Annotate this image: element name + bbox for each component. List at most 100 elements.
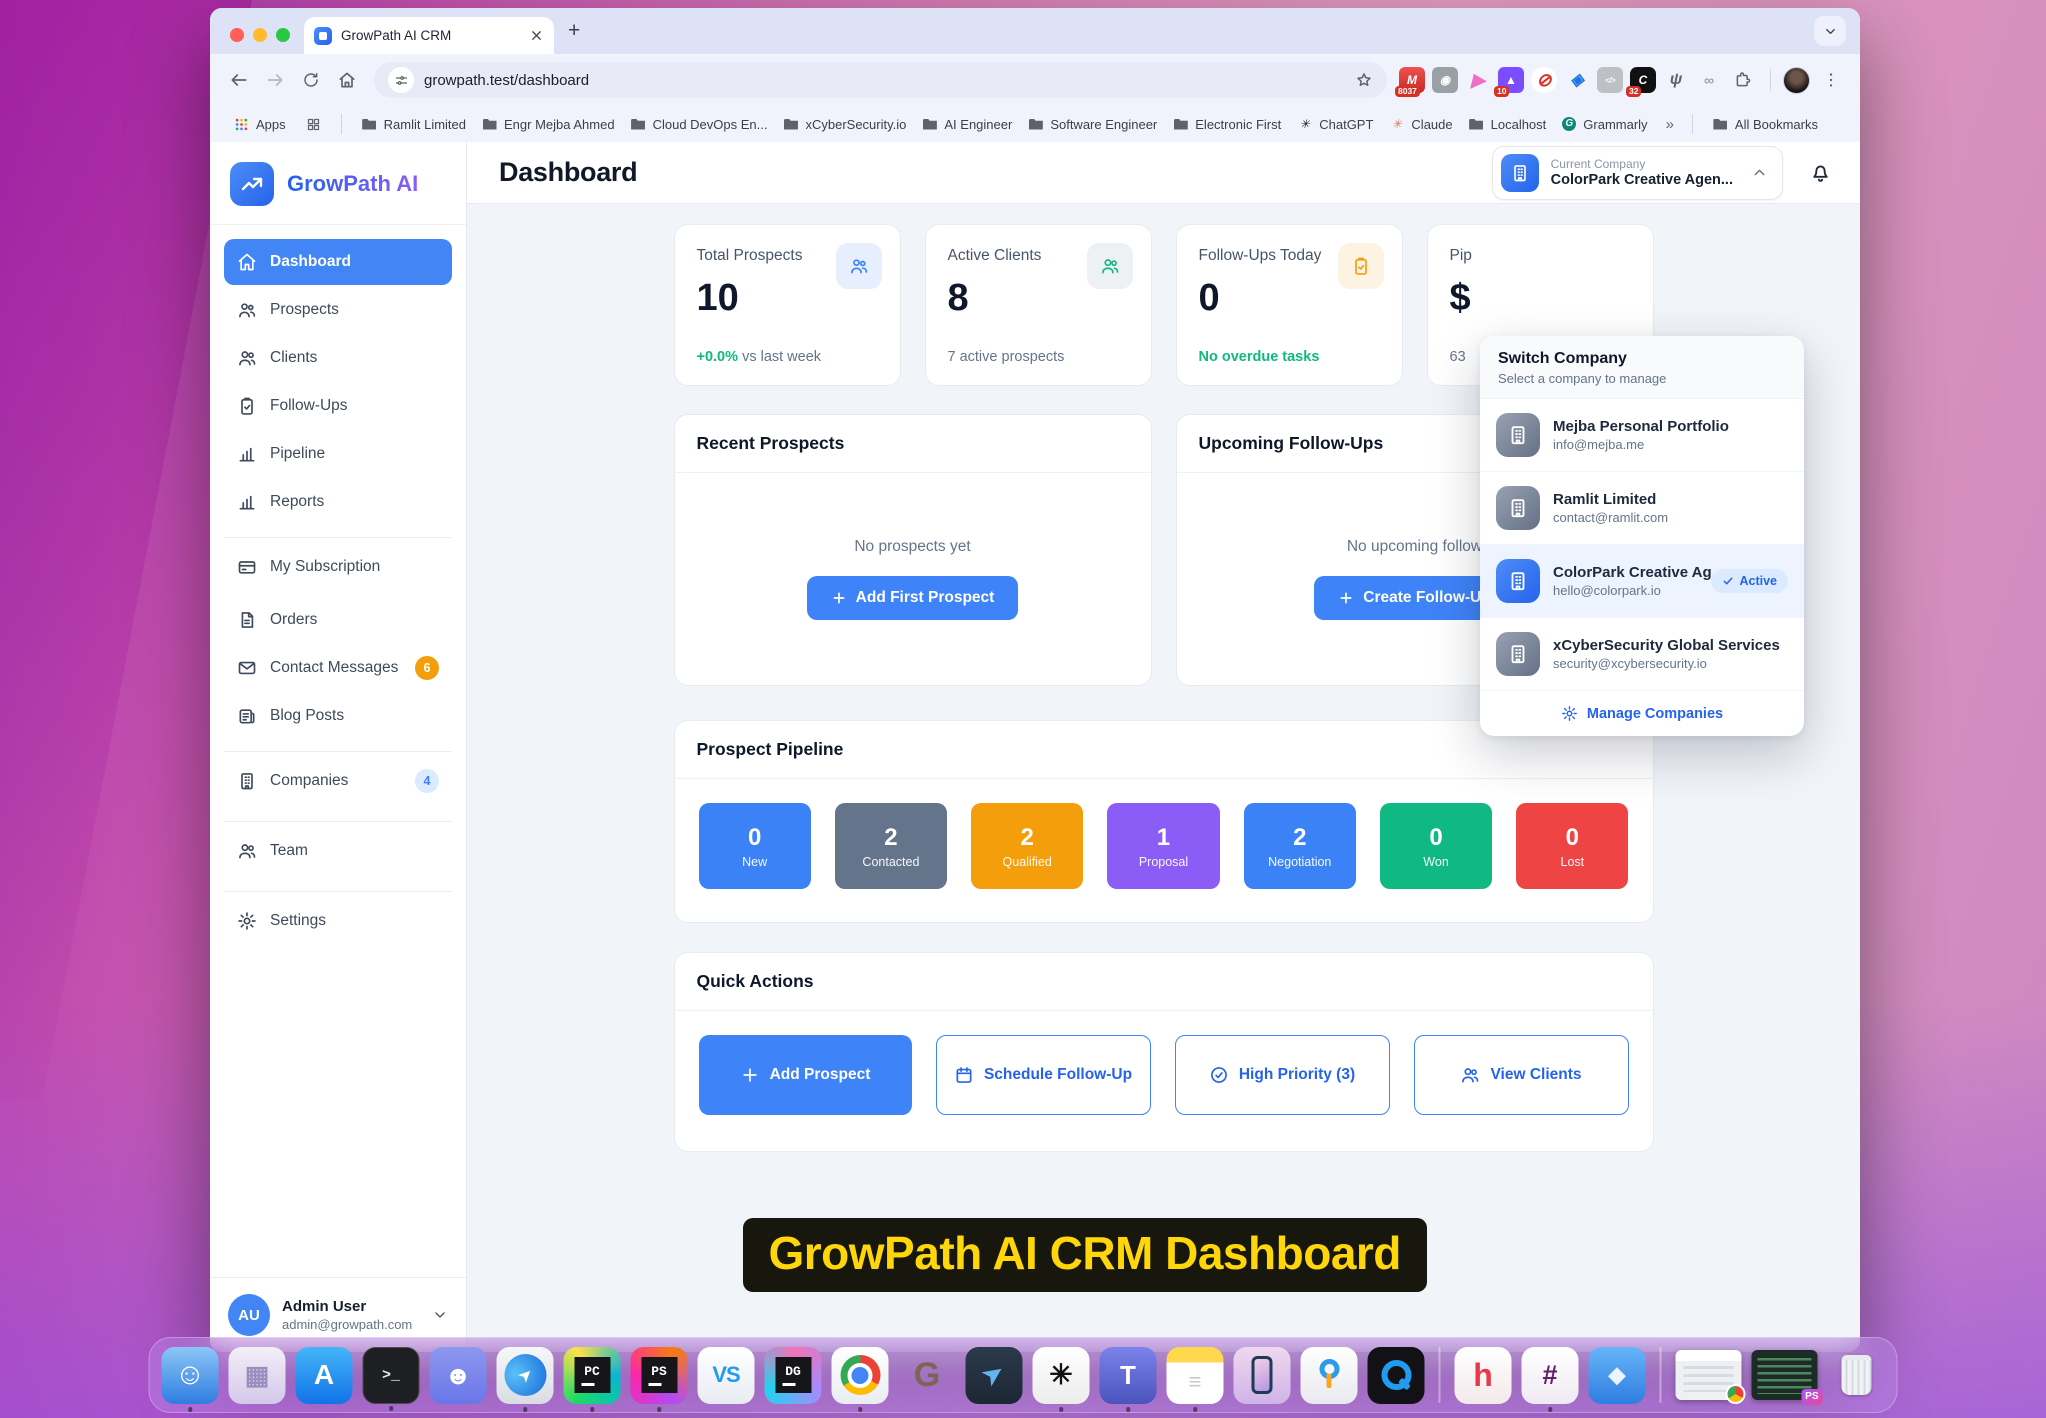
sidebar-item[interactable]: Contact Messages 6 <box>224 645 452 691</box>
counter-extension[interactable]: C32 <box>1630 67 1656 93</box>
grid-shortcut[interactable] <box>298 113 329 136</box>
extensions-puzzle-icon[interactable] <box>1728 65 1758 95</box>
tab-search-chevron-button[interactable] <box>1814 16 1846 46</box>
company-switcher-button[interactable]: Current Company ColorPark Creative Agen.… <box>1492 146 1783 200</box>
add-first-prospect-button[interactable]: Add First Prospect <box>807 576 1019 620</box>
notifications-bell-icon[interactable] <box>1809 161 1832 184</box>
zoom-window-button[interactable] <box>276 28 290 42</box>
sidebar-item[interactable]: My Subscription <box>224 537 452 595</box>
sidebar-item[interactable]: Team <box>224 821 452 879</box>
url-text[interactable]: growpath.test/dashboard <box>424 72 1345 89</box>
sidebar-item[interactable]: Dashboard <box>224 239 452 285</box>
sidebar-item[interactable]: Reports <box>224 479 452 525</box>
bookmark-item[interactable]: Cloud DevOps En... <box>623 113 776 136</box>
minimize-window-button[interactable] <box>253 28 267 42</box>
blocker-extension[interactable]: ⊘ <box>1531 67 1557 93</box>
pipeline-stage[interactable]: 0 Won <box>1380 803 1492 889</box>
pipeline-stage[interactable]: 0 Lost <box>1516 803 1628 889</box>
discord-app[interactable]: ☻ <box>430 1347 487 1404</box>
finder-app[interactable]: ☺ <box>162 1347 219 1404</box>
browser-tab[interactable]: GrowPath AI CRM <box>304 17 554 54</box>
bookmark-item[interactable]: AI Engineer <box>914 113 1020 136</box>
pipeline-stage[interactable]: 0 New <box>699 803 811 889</box>
vscode-app[interactable]: VS <box>698 1347 755 1404</box>
bookmark-item[interactable]: Localhost <box>1461 113 1555 136</box>
sidebar-item[interactable]: Companies 4 <box>224 751 452 809</box>
circle-extension[interactable]: ∞ <box>1696 67 1722 93</box>
sidebar-item[interactable]: Follow-Ups <box>224 383 452 429</box>
trash[interactable] <box>1828 1347 1885 1404</box>
bookmarks-overflow-chevron[interactable]: » <box>1660 116 1680 133</box>
address-bar[interactable]: growpath.test/dashboard <box>374 62 1387 98</box>
blue-app[interactable]: ◆ <box>1589 1347 1646 1404</box>
datagrip-app[interactable]: DG <box>765 1347 822 1404</box>
bookmark-item[interactable]: xCyberSecurity.io <box>775 113 914 136</box>
dock-divider[interactable] <box>1439 1347 1441 1403</box>
sidebar-item[interactable]: Blog Posts <box>224 693 452 739</box>
pipeline-stage[interactable]: 2 Negotiation <box>1244 803 1356 889</box>
quicktime-app[interactable] <box>1368 1347 1425 1404</box>
sidebar-item[interactable]: Pipeline <box>224 431 452 477</box>
sidebar-item[interactable]: Clients <box>224 335 452 381</box>
quick-action-button[interactable]: View Clients <box>1414 1035 1629 1115</box>
reload-button[interactable] <box>296 65 326 95</box>
back-button[interactable] <box>224 65 254 95</box>
bookmark-item[interactable]: ✳ChatGPT <box>1289 113 1381 136</box>
company-option[interactable]: xCyberSecurity Global Services security@… <box>1480 618 1804 691</box>
chrome-app[interactable] <box>832 1347 889 1404</box>
launchpad-app[interactable]: ▦ <box>229 1347 286 1404</box>
pipeline-stage[interactable]: 2 Qualified <box>971 803 1083 889</box>
teams-app[interactable]: T <box>1100 1347 1157 1404</box>
home-button[interactable] <box>332 65 362 95</box>
site-settings-icon[interactable] <box>388 67 414 93</box>
telegram-app[interactable]: ➤ <box>966 1347 1023 1404</box>
chatgpt-app[interactable]: ✳ <box>1033 1347 1090 1404</box>
dock-divider[interactable] <box>1660 1347 1662 1403</box>
browser-profile-avatar[interactable] <box>1783 67 1810 94</box>
sidebar-item[interactable]: Orders <box>224 597 452 643</box>
tab-close-icon[interactable] <box>529 28 544 43</box>
appstore-app[interactable]: A <box>296 1347 353 1404</box>
bookmark-item[interactable]: Software Engineer <box>1020 113 1165 136</box>
sidebar-item[interactable]: Settings <box>224 891 452 949</box>
new-tab-button[interactable]: + <box>568 20 580 41</box>
bookmark-item[interactable]: Ramlit Limited <box>354 113 474 136</box>
terminal-app[interactable]: >_ <box>363 1347 420 1404</box>
bookmark-item[interactable]: GGrammarly <box>1554 113 1655 136</box>
pycharm-app[interactable]: PC <box>564 1347 621 1404</box>
play-extension[interactable]: ▶ <box>1465 67 1491 93</box>
manage-companies-link[interactable]: Manage Companies <box>1480 691 1804 736</box>
company-option[interactable]: Ramlit Limited contact@ramlit.com <box>1480 472 1804 545</box>
apps-shortcut[interactable]: Apps <box>226 113 294 136</box>
company-option[interactable]: Mejba Personal Portfolio info@mejba.me <box>1480 399 1804 472</box>
browser-menu-kebab-icon[interactable] <box>1816 65 1846 95</box>
bookmark-item[interactable]: Electronic First <box>1165 113 1289 136</box>
close-window-button[interactable] <box>230 28 244 42</box>
minimized-window-terminal[interactable]: PS <box>1752 1350 1818 1400</box>
quick-action-button[interactable]: High Priority (3) <box>1175 1035 1390 1115</box>
all-bookmarks[interactable]: All Bookmarks <box>1705 113 1826 136</box>
bookmark-item[interactable]: ✳Claude <box>1381 113 1460 136</box>
mail-extension[interactable]: M8037 <box>1399 67 1425 93</box>
gimp-app[interactable]: G <box>899 1347 956 1404</box>
bookmark-item[interactable]: Engr Mejba Ahmed <box>474 113 623 136</box>
company-option[interactable]: ColorPark Creative Ag... hello@colorpark… <box>1480 545 1804 618</box>
code-extension[interactable]: </> <box>1597 67 1623 93</box>
passwords-app[interactable] <box>1301 1347 1358 1404</box>
camera-extension[interactable]: ◉ <box>1432 67 1458 93</box>
safari-app[interactable]: ➤ <box>497 1347 554 1404</box>
iphone-mirroring-app[interactable] <box>1234 1347 1291 1404</box>
notes-app[interactable]: ≡ <box>1167 1347 1224 1404</box>
purple-extension[interactable]: ▲10 <box>1498 67 1524 93</box>
phpstorm-app[interactable]: PS <box>631 1347 688 1404</box>
slack-app[interactable]: # <box>1522 1347 1579 1404</box>
pipeline-stage[interactable]: 1 Proposal <box>1107 803 1219 889</box>
sidebar-item[interactable]: Prospects <box>224 287 452 333</box>
quick-action-button[interactable]: Add Prospect <box>699 1035 912 1115</box>
tag-extension[interactable]: ◈ <box>1564 67 1590 93</box>
antenna-extension[interactable]: ψ <box>1663 67 1689 93</box>
forward-button[interactable] <box>260 65 290 95</box>
pipeline-stage[interactable]: 2 Contacted <box>835 803 947 889</box>
quick-action-button[interactable]: Schedule Follow-Up <box>936 1035 1151 1115</box>
bookmark-star-icon[interactable] <box>1355 71 1373 89</box>
